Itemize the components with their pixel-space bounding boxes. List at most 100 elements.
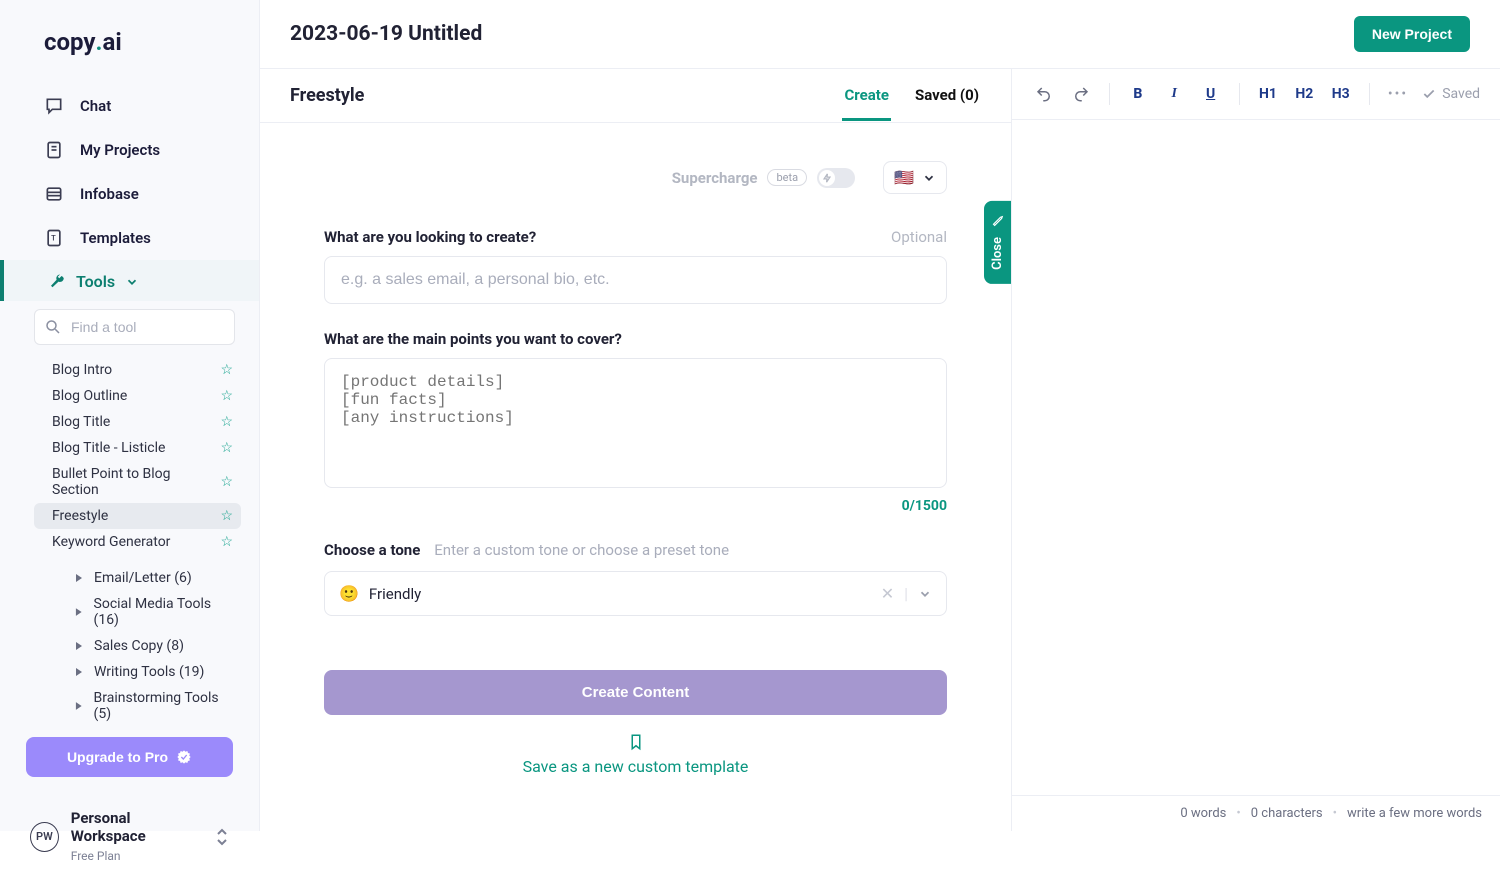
caret-right-icon	[74, 641, 84, 651]
tool-label: Blog Title	[52, 414, 110, 430]
template-icon: T	[44, 228, 64, 248]
search-input[interactable]	[34, 309, 235, 345]
workspace-avatar: PW	[30, 822, 59, 852]
bolt-icon	[822, 173, 832, 183]
tone-label: Choose a tone	[324, 541, 420, 559]
topbar: 2023-06-19 Untitled New Project	[260, 0, 1500, 69]
tool-title: Freestyle	[290, 85, 364, 122]
char-counter: 0/1500	[324, 498, 947, 514]
star-icon[interactable]: ☆	[220, 440, 233, 456]
char-count: 0 characters	[1251, 806, 1323, 821]
tool-bullet-point[interactable]: Bullet Point to Blog Section☆	[34, 461, 241, 503]
caret-right-icon	[74, 607, 84, 617]
chevron-down-icon[interactable]	[918, 587, 932, 601]
workspace-switcher[interactable]: PW Personal Workspace Free Plan	[0, 795, 259, 886]
chevron-down-icon	[922, 171, 936, 185]
nav-infobase[interactable]: Infobase	[0, 172, 259, 216]
svg-text:T: T	[51, 234, 56, 243]
tool-blog-intro[interactable]: Blog Intro ☆	[34, 357, 241, 383]
tone-hint: Enter a custom tone or choose a preset t…	[434, 541, 729, 559]
left-pane: Freestyle Create Saved (0) Supercharge b…	[260, 69, 1012, 831]
brand-dot: .	[96, 28, 103, 56]
star-icon[interactable]: ☆	[220, 362, 233, 378]
save-template-label: Save as a new custom template	[523, 757, 749, 776]
tool-label: Blog Title - Listicle	[52, 440, 165, 456]
cat-email-letter[interactable]: Email/Letter (6)	[34, 565, 241, 591]
nav-templates[interactable]: T Templates	[0, 216, 259, 260]
tone-select[interactable]: 🙂 Friendly ✕ |	[324, 571, 947, 616]
tool-blog-title[interactable]: Blog Title ☆	[34, 409, 241, 435]
document-title[interactable]: 2023-06-19 Untitled	[290, 22, 482, 46]
chat-icon	[44, 96, 64, 116]
tool-label: Blog Intro	[52, 362, 112, 378]
check-icon	[1422, 87, 1436, 101]
caret-right-icon	[74, 667, 84, 677]
tool-keyword-generator[interactable]: Keyword Generator☆	[34, 529, 241, 555]
star-icon[interactable]: ☆	[220, 508, 233, 524]
cat-label: Social Media Tools (16)	[94, 596, 233, 628]
updown-icon	[215, 827, 229, 847]
clear-icon[interactable]: ✕	[881, 584, 894, 603]
database-icon	[44, 184, 64, 204]
main-points-textarea[interactable]	[324, 358, 947, 488]
tool-search	[34, 309, 235, 345]
star-icon[interactable]: ☆	[220, 474, 233, 490]
close-panel-button[interactable]: Close	[984, 201, 1011, 284]
document-icon	[44, 140, 64, 160]
beta-badge: beta	[767, 169, 807, 186]
tab-create[interactable]: Create	[842, 86, 890, 121]
cat-sales-copy[interactable]: Sales Copy (8)	[34, 633, 241, 659]
cat-label: Writing Tools (19)	[94, 664, 204, 680]
primary-nav: Chat My Projects Infobase T Templates	[0, 84, 259, 260]
supercharge-toggle[interactable]	[817, 168, 855, 188]
save-template-link[interactable]: Save as a new custom template	[324, 733, 947, 776]
workspace-plan: Free Plan	[71, 849, 121, 863]
tool-freestyle[interactable]: Freestyle ☆	[34, 503, 241, 529]
tool-list: Blog Intro ☆ Blog Outline☆ Blog Title ☆ Bl…	[0, 357, 259, 727]
underline-button[interactable]: U	[1198, 81, 1222, 107]
save-status: Saved	[1422, 86, 1480, 102]
undo-button[interactable]	[1032, 81, 1056, 107]
upgrade-button[interactable]: Upgrade to Pro	[26, 737, 233, 777]
redo-button[interactable]	[1068, 81, 1092, 107]
bookmark-icon	[627, 733, 645, 751]
create-content-button[interactable]: Create Content	[324, 670, 947, 715]
word-count: 0 words	[1180, 806, 1226, 821]
star-icon[interactable]: ☆	[220, 414, 233, 430]
optional-label: Optional	[891, 228, 947, 246]
cat-brainstorming[interactable]: Brainstorming Tools (5)	[34, 685, 241, 727]
star-icon[interactable]: ☆	[220, 534, 233, 550]
nav-chat[interactable]: Chat	[0, 84, 259, 128]
nav-tools[interactable]: Tools	[0, 260, 259, 301]
sidebar-bottom: Upgrade to Pro	[0, 727, 259, 795]
star-icon[interactable]: ☆	[220, 388, 233, 404]
redo-icon	[1072, 85, 1090, 103]
tool-label: Freestyle	[52, 508, 108, 524]
more-button[interactable]: •••	[1386, 81, 1410, 107]
italic-button[interactable]: I	[1162, 81, 1186, 107]
cat-writing-tools[interactable]: Writing Tools (19)	[34, 659, 241, 685]
flag-icon: 🇺🇸	[894, 168, 914, 187]
brand-logo: copy.ai	[0, 28, 259, 76]
tab-saved[interactable]: Saved (0)	[913, 86, 981, 121]
h2-button[interactable]: H2	[1292, 81, 1316, 107]
h1-button[interactable]: H1	[1256, 81, 1280, 107]
language-picker[interactable]: 🇺🇸	[883, 161, 947, 194]
editor-body[interactable]	[1012, 120, 1500, 795]
what-to-create-input[interactable]	[324, 256, 947, 304]
pencil-icon	[991, 215, 1005, 229]
form-area: Supercharge beta 🇺🇸	[260, 123, 1011, 831]
h3-button[interactable]: H3	[1329, 81, 1353, 107]
cat-social-media[interactable]: Social Media Tools (16)	[34, 591, 241, 633]
new-project-button[interactable]: New Project	[1354, 16, 1470, 52]
tool-blog-title-listicle[interactable]: Blog Title - Listicle ☆	[34, 435, 241, 461]
bold-button[interactable]: B	[1126, 81, 1150, 107]
nav-label: My Projects	[80, 141, 160, 159]
nav-my-projects[interactable]: My Projects	[0, 128, 259, 172]
upgrade-label: Upgrade to Pro	[67, 749, 168, 765]
toggle-knob	[819, 170, 835, 186]
caret-right-icon	[74, 701, 84, 711]
cat-label: Email/Letter (6)	[94, 570, 192, 586]
caret-right-icon	[74, 573, 84, 583]
tool-blog-outline[interactable]: Blog Outline☆	[34, 383, 241, 409]
